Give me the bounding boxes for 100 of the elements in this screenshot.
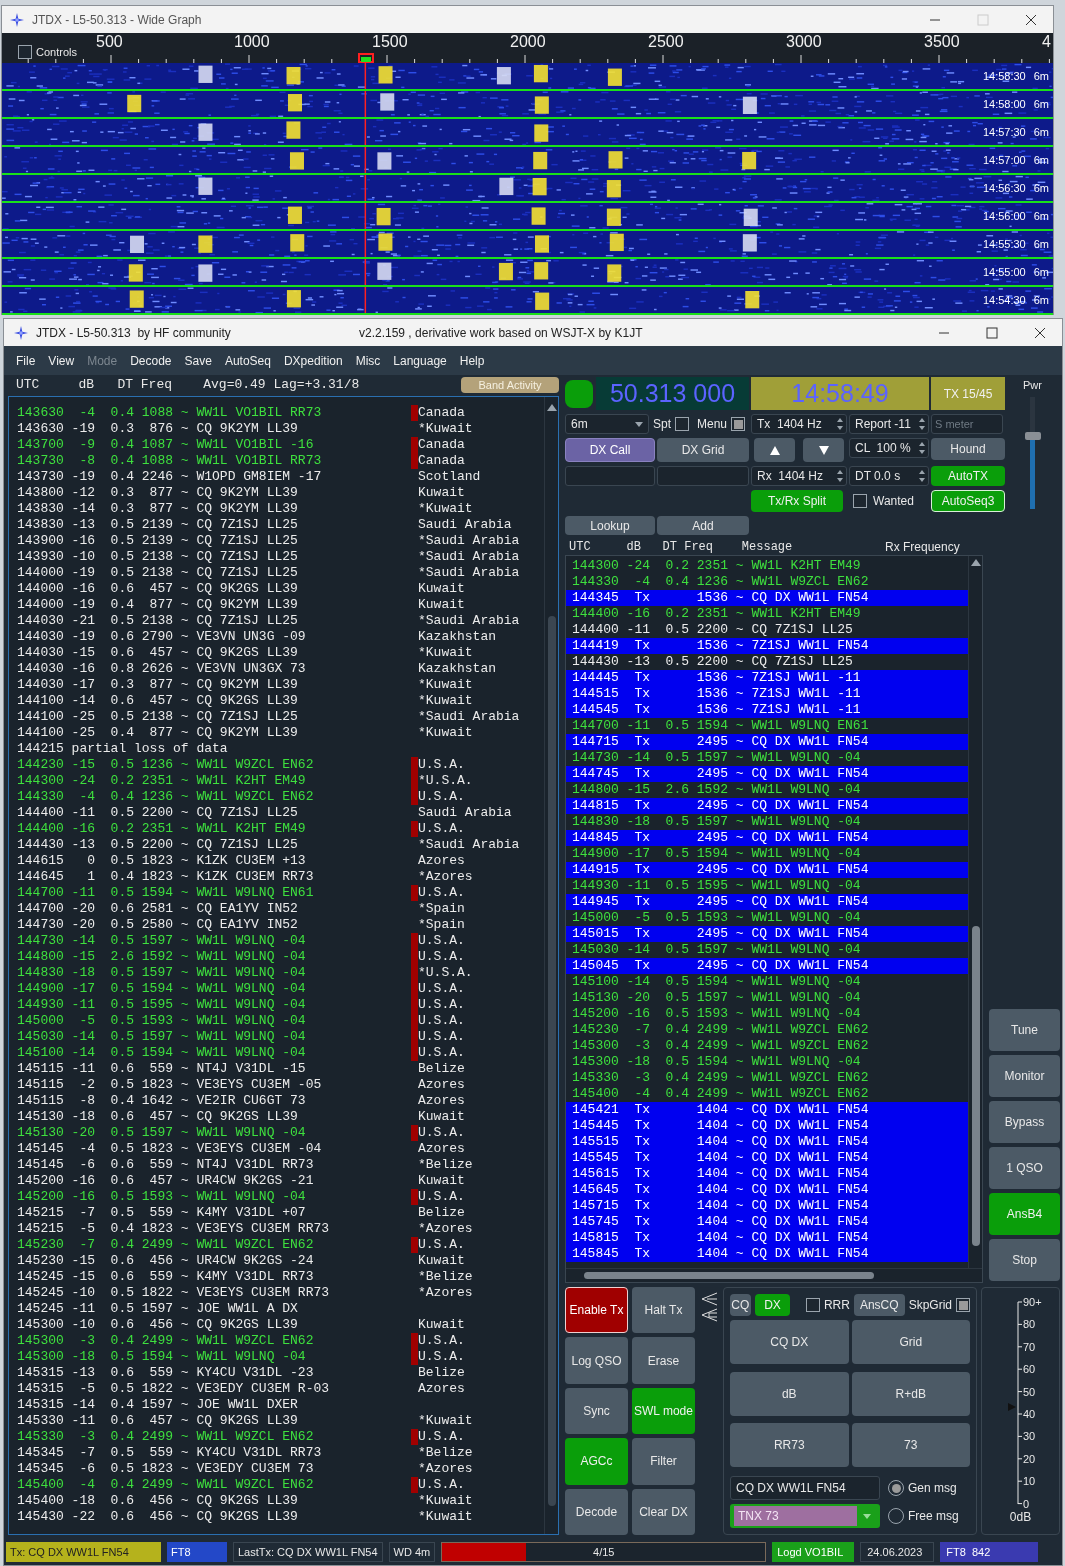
decode-message[interactable]: 144230 -15 0.5 1236 ~ WW1L W9ZCL EN62 [17, 757, 411, 773]
decode-message[interactable]: 143900 -16 0.5 2139 ~ CQ 7Z1SJ LL25 [17, 533, 411, 549]
spin-arrows-icon[interactable] [836, 416, 844, 432]
decode-message[interactable]: 145200 -16 0.6 457 ~ UR4CW 9K2GS -21 [17, 1173, 411, 1189]
decode-message[interactable]: 144000 -19 0.5 2138 ~ CQ 7Z1SJ LL25 [17, 565, 411, 581]
close-icon[interactable] [1034, 326, 1046, 339]
decode-message[interactable]: 144400 -16 0.2 2351 ~ WW1L K2HT EM49 [17, 821, 411, 837]
s-meter-field[interactable]: S meter [931, 414, 1003, 434]
menu-item[interactable]: Help [459, 351, 485, 370]
slider-thumb[interactable] [1024, 431, 1041, 440]
decode-message[interactable]: 145000 -5 0.5 1593 ~ WW1L W9LNQ -04 [17, 1013, 411, 1029]
rx-message[interactable]: 145230 -7 0.4 2499 ~ WW1L W9ZCL EN62 [566, 1022, 968, 1038]
rx-message[interactable]: 145030 -14 0.5 1597 ~ WW1L W9LNQ -04 [566, 942, 968, 958]
rx-message[interactable]: 144715 Tx 2495 ~ CQ DX WW1L FN54 [566, 734, 968, 750]
menu-item[interactable]: File [16, 351, 36, 370]
rx-message[interactable]: 145845 Tx 1404 ~ CQ DX WW1L FN54 [566, 1246, 968, 1262]
decode-message[interactable]: 145100 -14 0.5 1594 ~ WW1L W9LNQ -04 [17, 1045, 411, 1061]
decode-message[interactable]: 144100 -25 0.4 877 ~ CQ 9K2YM LL39 [17, 725, 411, 741]
decode-message[interactable]: 144000 -19 0.4 877 ~ CQ 9K2YM LL39 [17, 597, 411, 613]
spin-arrows-icon[interactable] [918, 440, 926, 456]
rx-message[interactable]: 144900 -17 0.5 1594 ~ WW1L W9LNQ -04 [566, 846, 968, 862]
rx-message[interactable]: 145330 -3 0.4 2499 ~ WW1L W9ZCL EN62 [566, 1070, 968, 1086]
spt-checkbox[interactable] [675, 417, 689, 431]
control-button[interactable]: Decode [565, 1488, 628, 1535]
controls-checkbox[interactable] [18, 45, 32, 60]
menu-item[interactable]: Save [184, 351, 212, 370]
rx-frequency-spinbox[interactable]: Rx 1404 Hz [751, 466, 847, 486]
rx-message[interactable]: 144419 Tx 1536 ~ 7Z1SJ WW1L FN54 [566, 638, 968, 654]
rx-message[interactable]: 145745 Tx 1404 ~ CQ DX WW1L FN54 [566, 1214, 968, 1230]
decode-message[interactable]: 144100 -14 0.6 457 ~ CQ 9K2GS LL39 [17, 693, 411, 709]
message-button[interactable]: 73 [851, 1423, 970, 1468]
message-field[interactable]: CQ DX WW1L FN54 [730, 1476, 880, 1500]
decode-message[interactable]: 145115 -8 0.4 1642 ~ VE2IR CU6GT 73 [17, 1093, 411, 1109]
rx-message[interactable]: 145715 Tx 1404 ~ CQ DX WW1L FN54 [566, 1198, 968, 1214]
scrollbar[interactable] [968, 556, 982, 1268]
decode-message[interactable]: 144300 -24 0.2 2351 ~ WW1L K2HT EM49 [17, 773, 411, 789]
lookup-button[interactable]: Lookup [565, 516, 655, 535]
decode-message[interactable]: 145315 -5 0.5 1822 ~ VE3EDY CU3EM R-03 [17, 1381, 411, 1397]
rx-message[interactable]: 145421 Tx 1404 ~ CQ DX WW1L FN54 [566, 1102, 968, 1118]
rx-message[interactable]: 144430 -13 0.5 2200 ~ CQ 7Z1SJ LL25 [566, 654, 968, 670]
rx-message[interactable]: 144300 -24 0.2 2351 ~ WW1L K2HT EM49 [566, 558, 968, 574]
rrr-checkbox[interactable] [805, 1298, 820, 1312]
rx-message[interactable]: 144945 Tx 2495 ~ CQ DX WW1L FN54 [566, 894, 968, 910]
decode-message[interactable]: 144100 -25 0.5 2138 ~ CQ 7Z1SJ LL25 [17, 709, 411, 725]
menu-item[interactable]: AutoSeq [224, 351, 271, 370]
menu-item[interactable]: Language [393, 351, 447, 370]
scrollbar-thumb[interactable] [584, 1272, 874, 1279]
decode-message[interactable]: 144030 -19 0.6 2790 ~ VE3VN UN3G -09 [17, 629, 411, 645]
decode-message[interactable]: 144215 partial loss of data [17, 741, 411, 757]
decode-message[interactable]: 145400 -18 0.6 456 ~ CQ 9K2GS LL39 [17, 1493, 411, 1509]
rx-message[interactable]: 144400 -16 0.2 2351 ~ WW1L K2HT EM49 [566, 606, 968, 622]
menu-item[interactable]: Misc [355, 351, 381, 370]
decode-message[interactable]: 145315 -13 0.6 559 ~ KY4CU V31DL -23 [17, 1365, 411, 1381]
decode-message[interactable]: 145115 -11 0.6 559 ~ NT4J V31DL -15 [17, 1061, 411, 1077]
anscq-button[interactable]: AnsCQ [853, 1294, 905, 1316]
menu-item[interactable]: View [48, 351, 75, 370]
scroll-up-icon[interactable] [970, 558, 981, 566]
message-button[interactable]: RR73 [730, 1423, 849, 1468]
rx-message[interactable]: 144745 Tx 2495 ~ CQ DX WW1L FN54 [566, 766, 968, 782]
decode-message[interactable]: 144430 -13 0.5 2200 ~ CQ 7Z1SJ LL25 [17, 837, 411, 853]
message-button[interactable]: dB [730, 1371, 849, 1416]
decode-message[interactable]: 144830 -18 0.5 1597 ~ WW1L W9LNQ -04 [17, 965, 411, 981]
decode-message[interactable]: 144000 -16 0.6 457 ~ CQ 9K2GS LL39 [17, 581, 411, 597]
side-button[interactable]: 1 QSO [989, 1147, 1060, 1189]
decode-message[interactable]: 145300 -3 0.4 2499 ~ WW1L W9ZCL EN62 [17, 1333, 411, 1349]
message-button[interactable]: CQ DX [730, 1320, 849, 1364]
decode-message[interactable]: 145245 -11 0.5 1597 ~ JOE WW1L A DX [17, 1301, 411, 1317]
hound-button[interactable]: Hound [931, 438, 1005, 460]
menu-checkbox[interactable] [731, 417, 746, 431]
spin-arrows-icon[interactable] [918, 468, 926, 484]
decode-message[interactable]: 145300 -10 0.6 456 ~ CQ 9K2GS LL39 [17, 1317, 411, 1333]
decode-message[interactable]: 143830 -13 0.5 2139 ~ CQ 7Z1SJ LL25 [17, 517, 411, 533]
rx-message[interactable]: 144400 -11 0.5 2200 ~ CQ 7Z1SJ LL25 [566, 622, 968, 638]
rx-message[interactable]: 144800 -15 2.6 1592 ~ WW1L W9LNQ -04 [566, 782, 968, 798]
spin-arrows-icon[interactable] [836, 468, 844, 484]
dx-grid-button[interactable]: DX Grid [657, 438, 749, 462]
power-slider[interactable] [1024, 396, 1041, 509]
message-button[interactable]: R+dB [851, 1371, 970, 1416]
decode-message[interactable]: 144030 -21 0.5 2138 ~ CQ 7Z1SJ LL25 [17, 613, 411, 629]
rx-message[interactable]: 144330 -4 0.4 1236 ~ WW1L W9ZCL EN62 [566, 574, 968, 590]
rx-message[interactable]: 145445 Tx 1404 ~ CQ DX WW1L FN54 [566, 1118, 968, 1134]
decode-message[interactable]: 144730 -14 0.5 1597 ~ WW1L W9LNQ -04 [17, 933, 411, 949]
maximize-icon[interactable] [986, 326, 998, 339]
decode-message[interactable]: 144645 1 0.4 1823 ~ K1ZK CU3EM RR73 [17, 869, 411, 885]
decode-message[interactable]: 145330 -3 0.4 2499 ~ WW1L W9ZCL EN62 [17, 1429, 411, 1445]
add-button[interactable]: Add [657, 516, 749, 535]
decode-message[interactable]: 143730 -19 0.4 2246 ~ W1OPD GM8IEM -17 [17, 469, 411, 485]
rx-message[interactable]: 145545 Tx 1404 ~ CQ DX WW1L FN54 [566, 1150, 968, 1166]
decode-message[interactable]: 145300 -18 0.5 1594 ~ WW1L W9LNQ -04 [17, 1349, 411, 1365]
rx-message[interactable]: 144915 Tx 2495 ~ CQ DX WW1L FN54 [566, 862, 968, 878]
rx-message[interactable]: 144845 Tx 2495 ~ CQ DX WW1L FN54 [566, 830, 968, 846]
decode-message[interactable]: 145345 -6 0.5 1823 ~ VE3EDY CU3EM 73 [17, 1461, 411, 1477]
decode-message[interactable]: 144700 -11 0.5 1594 ~ WW1L W9LNQ EN61 [17, 885, 411, 901]
horizontal-scrollbar[interactable] [566, 1268, 982, 1282]
decode-message[interactable]: 145215 -7 0.5 559 ~ K4MY V31DL +07 [17, 1205, 411, 1221]
rx-message[interactable]: 145400 -4 0.4 2499 ~ WW1L W9ZCL EN62 [566, 1086, 968, 1102]
tx-frequency-spinbox[interactable]: Tx 1404 Hz [751, 414, 847, 434]
decode-message[interactable]: 145345 -7 0.5 559 ~ KY4CU V31DL RR73 [17, 1445, 411, 1461]
rx-message[interactable]: 144700 -11 0.5 1594 ~ WW1L W9LNQ EN61 [566, 718, 968, 734]
decode-message[interactable]: 144900 -17 0.5 1594 ~ WW1L W9LNQ -04 [17, 981, 411, 997]
